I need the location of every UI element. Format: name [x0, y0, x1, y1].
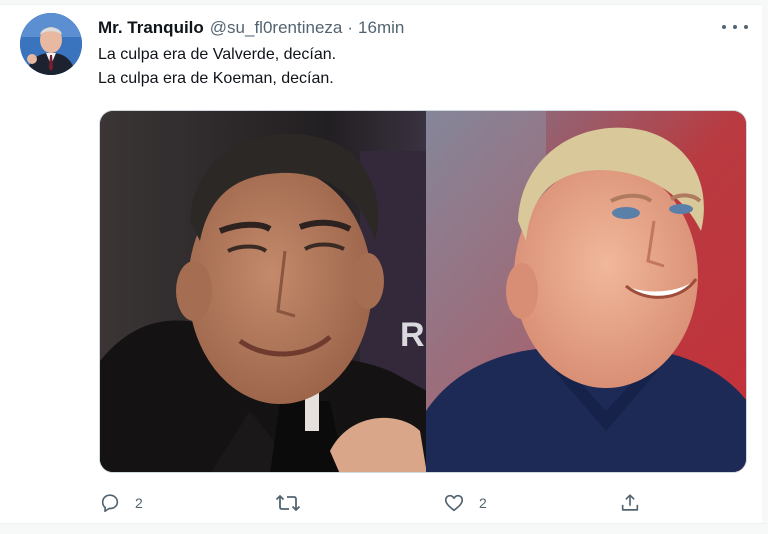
heart-icon[interactable]: [443, 492, 465, 514]
retweet-icon[interactable]: [275, 492, 301, 514]
retweet-button[interactable]: [275, 490, 315, 516]
media-photo-right[interactable]: [425, 111, 746, 472]
more-options-icon[interactable]: [722, 16, 748, 38]
background-letter: R: [400, 316, 425, 354]
separator: ·: [347, 18, 354, 37]
like-button[interactable]: 2: [443, 490, 487, 516]
tweet-line: La culpa era de Koeman, decían.: [98, 70, 334, 87]
media-grid: R: [99, 110, 747, 473]
reply-count: 2: [135, 495, 143, 511]
tweet-text: La culpa era de Valverde, decían. La cul…: [98, 43, 336, 91]
author-name[interactable]: Mr. Tranquilo: [98, 18, 204, 38]
reply-button[interactable]: 2: [99, 490, 143, 516]
tweet-line: La culpa era de Valverde, decían.: [98, 46, 337, 63]
author-handle[interactable]: @su_fl0rentineza: [210, 18, 343, 38]
like-count: 2: [479, 495, 487, 511]
media-photo-left[interactable]: R: [100, 111, 426, 472]
timestamp[interactable]: 16min: [358, 18, 404, 38]
share-icon[interactable]: [619, 492, 641, 514]
reply-icon[interactable]: [99, 492, 121, 514]
tweet-actions: 2 2: [99, 490, 659, 516]
tweet-header: Mr. Tranquilo @su_fl0rentineza · 16min: [98, 16, 404, 40]
tweet[interactable]: Mr. Tranquilo @su_fl0rentineza · 16min L…: [0, 0, 768, 534]
avatar[interactable]: [20, 13, 82, 75]
share-button[interactable]: [619, 490, 641, 516]
